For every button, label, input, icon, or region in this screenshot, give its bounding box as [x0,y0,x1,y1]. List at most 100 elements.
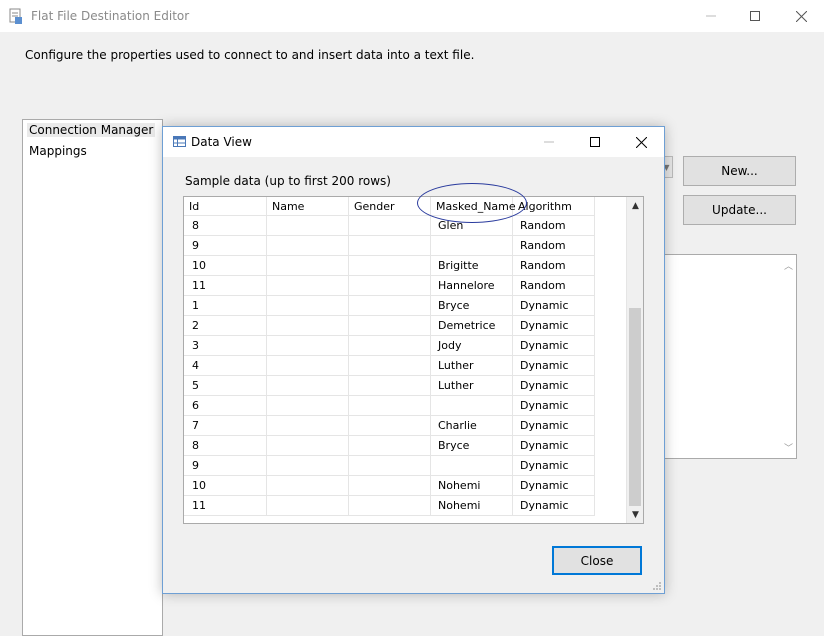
table-cell [349,416,431,436]
preview-text-area[interactable]: ︿ ﹀ [660,254,797,459]
table-cell [267,476,349,496]
grid-body: 8 Glen Random 9 Random 10 Brigitte Random 11 Hann… [184,216,595,516]
table-cell: 1 [184,296,267,316]
table-row[interactable]: 5 Luther Dynamic [184,376,595,396]
table-cell [349,336,431,356]
table-cell: Glen [431,216,513,236]
grid-header: Id Name Gender Masked_Name Algorithm [184,197,595,216]
dialog-title: Data View [191,135,252,149]
table-row[interactable]: 10 Nohemi Dynamic [184,476,595,496]
table-cell [349,276,431,296]
table-row[interactable]: 8 Bryce Dynamic [184,436,595,456]
outer-close-button[interactable] [778,0,824,32]
table-cell [267,356,349,376]
table-cell: 10 [184,476,267,496]
table-cell: 11 [184,276,267,296]
resize-grip-icon[interactable] [652,581,662,591]
table-cell: 8 [184,436,267,456]
close-button[interactable]: Close [552,546,642,575]
table-cell [349,316,431,336]
table-cell: 7 [184,416,267,436]
table-cell [349,496,431,516]
new-button[interactable]: New... [683,156,796,186]
dialog-title-bar: Data View [163,127,664,157]
minimize-icon [544,141,554,143]
table-cell: Charlie [431,416,513,436]
table-row[interactable]: 7 Charlie Dynamic [184,416,595,436]
table-row[interactable]: 11 Nohemi Dynamic [184,496,595,516]
outer-description: Configure the properties used to connect… [25,48,475,62]
table-cell [349,356,431,376]
table-cell: Brigitte [431,256,513,276]
column-header-gender[interactable]: Gender [349,197,431,216]
table-cell: 5 [184,376,267,396]
scroll-up-icon[interactable]: ︿ [784,259,793,272]
table-cell [267,496,349,516]
table-row[interactable]: 4 Luther Dynamic [184,356,595,376]
table-cell: Random [513,216,595,236]
table-cell [431,236,513,256]
table-cell [267,236,349,256]
table-cell [349,256,431,276]
scroll-down-arrow-icon[interactable]: ▼ [627,506,643,523]
table-cell: 9 [184,456,267,476]
scroll-up-arrow-icon[interactable]: ▲ [627,197,643,214]
table-cell: Random [513,236,595,256]
table-cell [267,336,349,356]
table-row[interactable]: 11 Hannelore Random [184,276,595,296]
table-cell: Dynamic [513,356,595,376]
table-cell: Dynamic [513,436,595,456]
scroll-down-icon[interactable]: ﹀ [784,441,793,454]
table-cell: 11 [184,496,267,516]
table-row[interactable]: 9 Random [184,236,595,256]
table-cell: 4 [184,356,267,376]
table-cell: Random [513,276,595,296]
outer-window-title: Flat File Destination Editor [31,9,190,23]
dialog-minimize-button [526,127,572,157]
table-cell [349,236,431,256]
table-cell [267,436,349,456]
nav-item-connection-manager[interactable]: Connection Manager [27,123,156,137]
table-cell: 9 [184,236,267,256]
column-header-id[interactable]: Id [184,197,267,216]
document-icon [9,8,22,24]
dialog-maximize-button[interactable] [572,127,618,157]
column-header-name[interactable]: Name [267,197,349,216]
minimize-icon [706,15,716,17]
grid-icon [173,136,186,147]
column-header-masked-name[interactable]: Masked_Name [431,197,516,216]
table-cell [267,396,349,416]
table-row[interactable]: 1 Bryce Dynamic [184,296,595,316]
table-row[interactable]: 9 Dynamic [184,456,595,476]
close-icon [795,10,807,22]
table-cell [349,456,431,476]
table-cell: Hannelore [431,276,513,296]
table-row[interactable]: 3 Jody Dynamic [184,336,595,356]
update-button[interactable]: Update... [683,195,796,225]
table-cell: Dynamic [513,316,595,336]
table-cell: 6 [184,396,267,416]
table-cell [267,276,349,296]
table-row[interactable]: 10 Brigitte Random [184,256,595,276]
table-cell: Dynamic [513,496,595,516]
table-row[interactable]: 2 Demetrice Dynamic [184,316,595,336]
table-row[interactable]: 6 Dynamic [184,396,595,416]
table-cell [349,216,431,236]
data-grid[interactable]: Id Name Gender Masked_Name Algorithm 8 Glen Ra… [183,196,644,524]
column-header-algorithm[interactable]: Algorithm [513,197,595,216]
table-cell: Dynamic [513,476,595,496]
outer-maximize-button[interactable] [732,0,778,32]
table-cell: Jody [431,336,513,356]
close-icon [635,136,647,148]
nav-item-mappings[interactable]: Mappings [29,144,87,158]
table-row[interactable]: 8 Glen Random [184,216,595,236]
outer-minimize-button[interactable] [688,0,734,32]
table-cell: Dynamic [513,336,595,356]
table-cell [267,296,349,316]
table-cell: Dynamic [513,416,595,436]
vertical-scrollbar[interactable]: ▲ ▼ [626,197,643,523]
table-cell: 8 [184,216,267,236]
scrollbar-thumb[interactable] [629,308,641,506]
table-cell [349,476,431,496]
dialog-close-x-button[interactable] [618,127,664,157]
